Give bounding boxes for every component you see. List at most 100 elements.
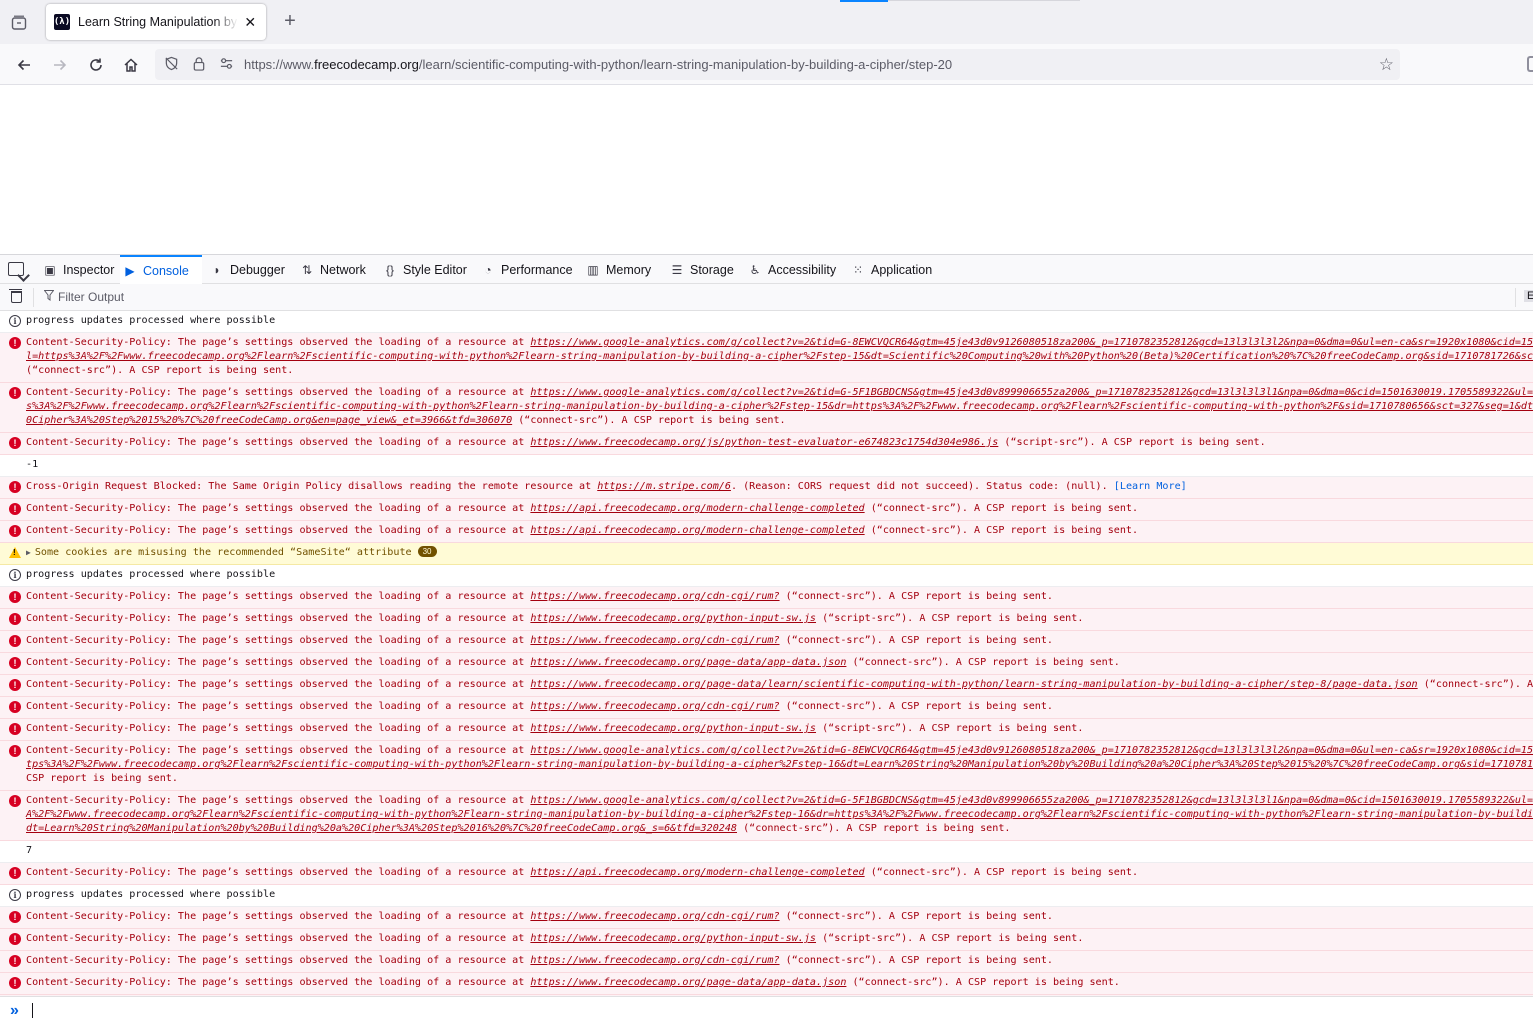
- message-line: (“connect-src”). A CSP report is being s…: [26, 364, 1533, 378]
- home-button[interactable]: [119, 53, 143, 77]
- console-message-error[interactable]: ! Content-Security-Policy: The page’s set…: [0, 433, 1533, 455]
- devtools-tab-style-editor[interactable]: {} Style Editor: [380, 255, 473, 284]
- filter-output-input[interactable]: Filter Output: [58, 290, 124, 304]
- devtools-tab-memory[interactable]: ▥ Memory: [583, 255, 662, 284]
- console-message-error[interactable]: ! Content-Security-Policy: The page’s set…: [0, 609, 1533, 631]
- console-message-error[interactable]: ! Content-Security-Policy: The page’s set…: [0, 521, 1533, 543]
- url-bar[interactable]: https://www.freecodecamp.org/learn/scien…: [155, 49, 1400, 80]
- resource-link[interactable]: A%2F%2Fwww.freecodecamp.org%2Flearn%2Fsc…: [26, 809, 1533, 820]
- message-text: Content-Security-Policy: The page’s sett…: [26, 745, 531, 756]
- clear-console-trash-icon[interactable]: [9, 289, 22, 303]
- element-picker-icon[interactable]: [8, 262, 24, 276]
- resource-link[interactable]: https://www.google-analytics.com/g/colle…: [530, 337, 1533, 348]
- console-message-error[interactable]: ! Content-Security-Policy: The page’s set…: [0, 631, 1533, 653]
- resource-link[interactable]: https://www.freecodecamp.org/cdn-cgi/rum…: [530, 591, 779, 602]
- console-message-error[interactable]: ! Content-Security-Policy: The page’s set…: [0, 587, 1533, 609]
- resource-link[interactable]: https://api.freecodecamp.org/modern-chal…: [530, 867, 864, 878]
- console-message-error[interactable]: ! Content-Security-Policy: The page’s set…: [0, 675, 1533, 697]
- message-text: Content-Security-Policy: The page’s sett…: [26, 437, 531, 448]
- message-text: progress updates processed where possibl…: [26, 315, 276, 326]
- browser-tab[interactable]: (λ) Learn String Manipulation by Buildin…: [46, 4, 266, 40]
- console-output[interactable]: i progress updates processed where possib…: [0, 311, 1533, 1000]
- resource-link[interactable]: https://api.freecodecamp.org/modern-chal…: [530, 525, 864, 536]
- console-message-error[interactable]: ! Content-Security-Policy: The page’s set…: [0, 973, 1533, 995]
- console-message-error[interactable]: ! Content-Security-Policy: The page’s set…: [0, 333, 1533, 383]
- resource-link[interactable]: https://www.freecodecamp.org/cdn-cgi/rum…: [530, 701, 779, 712]
- console-message-warn[interactable]: ▶Some cookies are misusing the recommend…: [0, 543, 1533, 565]
- resource-link[interactable]: https://www.freecodecamp.org/cdn-cgi/rum…: [530, 635, 779, 646]
- resource-link[interactable]: https://www.google-analytics.com/g/colle…: [530, 745, 1533, 756]
- resource-link[interactable]: l=https%3A%2F%2Fwww.freecodecamp.org%2Fl…: [26, 351, 1533, 362]
- devtools-tab-network[interactable]: ⇅ Network: [297, 255, 375, 284]
- message-text: Content-Security-Policy: The page’s sett…: [26, 503, 531, 514]
- resource-link[interactable]: https://www.google-analytics.com/g/colle…: [530, 795, 1533, 806]
- resource-link[interactable]: tps%3A%2F%2Fwww.freecodecamp.org%2Flearn…: [26, 759, 1533, 770]
- resource-link[interactable]: https://www.freecodecamp.org/page-data/a…: [530, 657, 846, 668]
- resource-link[interactable]: https://m.stripe.com/6: [597, 481, 731, 492]
- resource-link[interactable]: https://www.freecodecamp.org/js/python-t…: [530, 437, 998, 448]
- resource-link[interactable]: https://www.freecodecamp.org/page-data/a…: [530, 977, 846, 988]
- console-input-caret[interactable]: [32, 1003, 33, 1018]
- expand-triangle-icon[interactable]: ▶: [26, 546, 31, 560]
- console-message-error[interactable]: ! Content-Security-Policy: The page’s set…: [0, 719, 1533, 741]
- resource-link[interactable]: https://www.freecodecamp.org/python-inpu…: [530, 933, 816, 944]
- reload-button[interactable]: [84, 53, 108, 77]
- permissions-icon[interactable]: [218, 56, 234, 72]
- error-icon: !: [9, 977, 21, 989]
- console-input-row[interactable]: »: [0, 996, 1533, 1029]
- resource-link[interactable]: s%3A%2F%2Fwww.freecodecamp.org%2Flearn%2…: [26, 401, 1533, 412]
- tab-overview-icon[interactable]: [8, 12, 30, 34]
- message-line: s%3A%2F%2Fwww.freecodecamp.org%2Flearn%2…: [26, 400, 1533, 414]
- console-message-info[interactable]: i progress updates processed where possib…: [0, 885, 1533, 907]
- console-message-error[interactable]: ! Cross-Origin Request Blocked: The Same …: [0, 477, 1533, 499]
- filter-options-button[interactable]: E: [1524, 290, 1533, 302]
- devtools-tab-performance[interactable]: ◔ Performance: [478, 255, 578, 284]
- resource-link[interactable]: dt=Learn%20String%20Manipulation%20by%20…: [26, 823, 737, 834]
- devtools-tab-inspector[interactable]: ▣ Inspector: [40, 255, 120, 284]
- console-message-error[interactable]: ! Content-Security-Policy: The page’s set…: [0, 951, 1533, 973]
- message-text: (“connect-src”). A CSP report is being s…: [779, 955, 1054, 966]
- url-text[interactable]: https://www.freecodecamp.org/learn/scien…: [244, 57, 952, 72]
- resource-link[interactable]: https://www.freecodecamp.org/cdn-cgi/rum…: [530, 911, 779, 922]
- tab-strip-indicator: [840, 0, 888, 2]
- devtools-tab-debugger[interactable]: ◗ Debugger: [207, 255, 292, 284]
- console-message-error[interactable]: ! Content-Security-Policy: The page’s set…: [0, 653, 1533, 675]
- pocket-icon[interactable]: [1527, 56, 1533, 72]
- new-tab-button[interactable]: +: [280, 11, 300, 33]
- resource-link[interactable]: https://www.google-analytics.com/g/colle…: [530, 387, 1533, 398]
- console-message-error[interactable]: ! Content-Security-Policy: The page’s set…: [0, 791, 1533, 841]
- console-message-info[interactable]: i progress updates processed where possib…: [0, 311, 1533, 333]
- resource-link[interactable]: https://www.freecodecamp.org/python-inpu…: [530, 613, 816, 624]
- message-text: (“connect-src”). A CSP report is being s…: [846, 977, 1120, 988]
- lock-icon[interactable]: [191, 56, 207, 72]
- console-message-log[interactable]: -1: [0, 455, 1533, 477]
- devtools-tab-console[interactable]: ▶ Console: [120, 255, 202, 284]
- bookmark-star-icon[interactable]: ☆: [1379, 55, 1394, 75]
- resource-link[interactable]: https://api.freecodecamp.org/modern-chal…: [530, 503, 864, 514]
- tracking-protection-icon[interactable]: [163, 56, 179, 72]
- back-button[interactable]: [12, 53, 36, 77]
- resource-link[interactable]: 0Cipher%3A%20Step%2015%20%7C%20freeCodeC…: [26, 415, 512, 426]
- devtools-tab-accessibility[interactable]: ♿ Accessibility: [745, 255, 843, 284]
- resource-link[interactable]: https://www.freecodecamp.org/cdn-cgi/rum…: [530, 955, 779, 966]
- page-content: [0, 85, 1533, 254]
- resource-link[interactable]: https://www.freecodecamp.org/page-data/l…: [530, 679, 1417, 690]
- console-message-error[interactable]: ! Content-Security-Policy: The page’s set…: [0, 499, 1533, 521]
- message-line: dt=Learn%20String%20Manipulation%20by%20…: [26, 822, 1533, 836]
- console-message-error[interactable]: ! Content-Security-Policy: The page’s set…: [0, 907, 1533, 929]
- console-message-error[interactable]: ! Content-Security-Policy: The page’s set…: [0, 863, 1533, 885]
- resource-link[interactable]: https://www.freecodecamp.org/python-inpu…: [530, 723, 816, 734]
- devtools-tab-storage[interactable]: ☰ Storage: [667, 255, 740, 284]
- devtools-tab-application[interactable]: ⁙ Application: [848, 255, 938, 284]
- console-message-info[interactable]: i progress updates processed where possib…: [0, 565, 1533, 587]
- learn-more-link[interactable]: [Learn More]: [1114, 481, 1187, 492]
- console-message-error[interactable]: ! Content-Security-Policy: The page’s set…: [0, 697, 1533, 719]
- error-icon: !: [9, 635, 21, 647]
- console-message-error[interactable]: ! Content-Security-Policy: The page’s set…: [0, 383, 1533, 433]
- console-message-error[interactable]: ! Content-Security-Policy: The page’s set…: [0, 929, 1533, 951]
- tab-close-icon[interactable]: ✕: [242, 14, 258, 31]
- forward-arrow-icon: [54, 59, 67, 71]
- console-message-error[interactable]: ! Content-Security-Policy: The page’s set…: [0, 741, 1533, 791]
- console-message-log[interactable]: 7: [0, 841, 1533, 863]
- forward-button[interactable]: [48, 53, 72, 77]
